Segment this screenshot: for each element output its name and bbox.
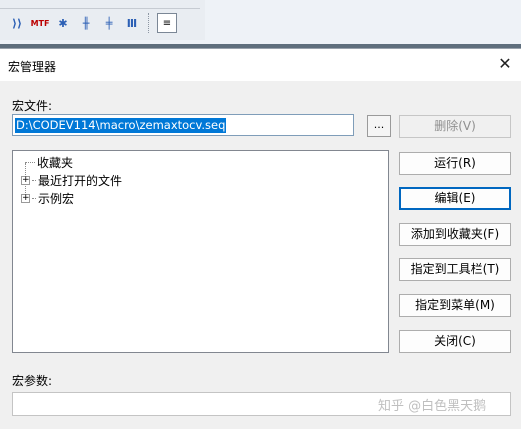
toolbar-strip: ⟩⟩ MTF ✱ ╫ ╪ Ⅲ ≡ bbox=[0, 0, 205, 40]
tree-line bbox=[32, 179, 36, 181]
tree-item-label: 最近打开的文件 bbox=[38, 173, 123, 188]
tree-line bbox=[32, 197, 36, 199]
expand-icon[interactable]: + bbox=[21, 175, 30, 185]
tree-line bbox=[25, 161, 35, 163]
document-icon[interactable]: ≡ bbox=[157, 13, 177, 33]
assign-to-menu-button[interactable]: 指定到菜单(M) bbox=[399, 294, 511, 317]
add-to-favorites-button[interactable]: 添加到收藏夹(F) bbox=[399, 223, 511, 246]
field-curves-icon[interactable]: ╪ bbox=[100, 14, 118, 32]
delete-button[interactable]: 删除(V) bbox=[399, 115, 511, 138]
macro-file-label: 宏文件: bbox=[12, 99, 53, 113]
tree-item-label: 收藏夹 bbox=[37, 155, 74, 170]
expand-icon[interactable]: + bbox=[21, 193, 30, 203]
watermark: 知乎 @白色黑天鹅 bbox=[378, 399, 487, 414]
macro-tree[interactable]: 收藏夹 + 最近打开的文件 + 示例宏 bbox=[12, 150, 389, 353]
toolbar-buttons: ⟩⟩ MTF ✱ ╫ ╪ Ⅲ ≡ bbox=[8, 11, 177, 35]
close-icon[interactable]: ✕ bbox=[495, 54, 515, 74]
close-button[interactable]: 关闭(C) bbox=[399, 330, 511, 353]
layout-icon[interactable]: Ⅲ bbox=[123, 14, 141, 32]
macro-file-input[interactable]: D:\CODEV114\macro\zemaxtocv.seq bbox=[12, 114, 354, 136]
toolbar-top-edge bbox=[0, 0, 200, 9]
tree-item-label: 示例宏 bbox=[38, 191, 75, 206]
toolbar-separator bbox=[148, 13, 150, 33]
tree-item-recent-files[interactable]: + 最近打开的文件 bbox=[21, 171, 122, 189]
dialog-title: 宏管理器 bbox=[8, 60, 57, 74]
mtf-icon-text: MTF bbox=[30, 18, 50, 28]
assign-to-toolbar-button[interactable]: 指定到工具栏(T) bbox=[399, 258, 511, 281]
tree-item-sample-macros[interactable]: + 示例宏 bbox=[21, 189, 74, 207]
macro-manager-dialog: 宏管理器 ✕ 宏文件: D:\CODEV114\macro\zemaxtocv.… bbox=[0, 48, 521, 429]
aberration-icon[interactable]: ╫ bbox=[77, 14, 95, 32]
macro-file-value: D:\CODEV114\macro\zemaxtocv.seq bbox=[15, 118, 227, 133]
run-button[interactable]: 运行(R) bbox=[399, 152, 511, 175]
toolbar: ⟩⟩ MTF ✱ ╫ ╪ Ⅲ ≡ bbox=[0, 0, 521, 44]
tree-item-favorites[interactable]: 收藏夹 bbox=[21, 153, 73, 171]
edit-button[interactable]: 编辑(E) bbox=[399, 187, 511, 210]
mtf-icon[interactable]: MTF bbox=[30, 14, 50, 32]
browse-button[interactable]: ... bbox=[367, 115, 391, 137]
ray-trace-icon[interactable]: ⟩⟩ bbox=[8, 14, 26, 32]
macro-params-label: 宏参数: bbox=[12, 374, 53, 388]
spot-diagram-icon[interactable]: ✱ bbox=[54, 14, 72, 32]
title-bar: 宏管理器 ✕ bbox=[0, 49, 521, 81]
